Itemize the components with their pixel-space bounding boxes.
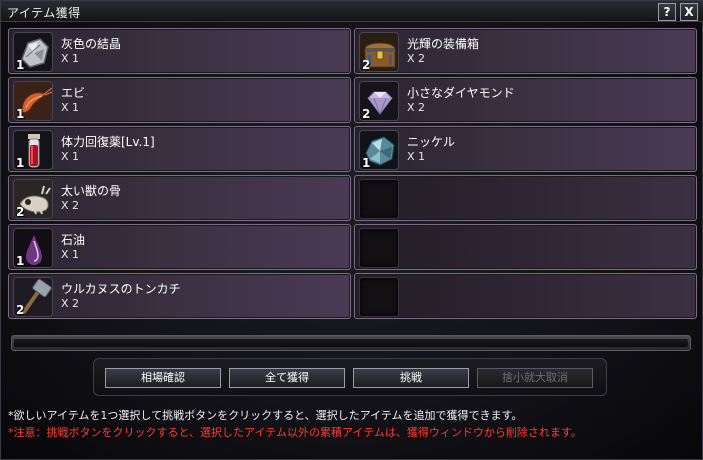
item-quantity: 1 [362,156,371,170]
health-potion-icon: 1 [13,130,53,170]
cancel-small-big-button[interactable]: 捨小就大取消 [477,368,593,388]
item-name: 光輝の装備箱 [407,37,480,51]
progress-bar-track [14,339,688,347]
empty-slot-frame [359,277,399,317]
item-count: X 1 [61,52,80,65]
item-name: ニッケル [407,135,456,149]
item-quantity: 2 [362,107,371,121]
beast-bone-icon: 2 [13,179,53,219]
item-quantity: 2 [16,205,25,219]
item-name: ウルカヌスのトンカチ [61,282,181,296]
item-slot-beast-bone[interactable]: 2 太い獣の骨 X 2 [8,175,351,221]
progress-bar [11,335,691,351]
empty-item-slot [354,273,697,319]
item-count: X 2 [407,101,426,114]
treasure-chest-icon: 2 [359,32,399,72]
shrimp-icon: 1 [13,81,53,121]
item-quantity: 2 [16,303,25,317]
item-quantity: 1 [16,107,25,121]
challenge-button[interactable]: 挑戦 [353,368,469,388]
item-slot-gray-crystal[interactable]: 1 灰色の結晶 X 1 [8,28,351,74]
window-title: アイテム獲得 [7,6,81,20]
item-count: X 1 [61,150,80,163]
hammer-icon: 2 [13,277,53,317]
item-slot-health-potion[interactable]: 1 体力回復薬[Lv.1] X 1 [8,126,351,172]
item-count: X 2 [61,199,80,212]
item-quantity: 2 [362,58,371,72]
item-name: 小さなダイヤモンド [407,86,515,100]
item-slot-oil[interactable]: 1 石油 X 1 [8,224,351,270]
diamond-icon: 2 [359,81,399,121]
item-name: エビ [61,86,86,100]
item-count: X 1 [407,150,426,163]
instruction-note: *欲しいアイテムを1つ選択して挑戦ボタンをクリックすると、選択したアイテムを追加… [8,409,523,422]
item-slot-nickel[interactable]: 1 ニッケル X 1 [354,126,697,172]
gray-crystal-icon: 1 [13,32,53,72]
action-button-panel: 相場確認 全て獲得 挑戦 捨小就大取消 [93,358,607,396]
warning-note: *注意：挑戦ボタンをクリックすると、選択したアイテム以外の累積アイテムは、獲得ウ… [8,426,582,439]
close-button[interactable]: X [680,3,698,21]
item-quantity: 1 [16,58,25,72]
empty-slot-frame [359,228,399,268]
empty-slot-frame [359,179,399,219]
take-all-button[interactable]: 全て獲得 [229,368,345,388]
item-quantity: 1 [16,156,25,170]
item-slot-radiant-equipment-box[interactable]: 2 光輝の装備箱 X 2 [354,28,697,74]
item-name: 太い獣の骨 [61,184,122,198]
oil-drop-icon: 1 [13,228,53,268]
item-count: X 2 [407,52,426,65]
item-count: X 1 [61,248,80,261]
item-slot-vulcan-hammer[interactable]: 2 ウルカヌスのトンカチ X 2 [8,273,351,319]
item-name: 灰色の結晶 [61,37,122,51]
help-button[interactable]: ? [658,3,676,21]
empty-item-slot [354,224,697,270]
nickel-ore-icon: 1 [359,130,399,170]
item-name: 体力回復薬[Lv.1] [61,135,155,149]
item-quantity: 1 [16,254,25,268]
market-check-button[interactable]: 相場確認 [105,368,221,388]
item-count: X 1 [61,101,80,114]
item-slot-shrimp[interactable]: 1 エビ X 1 [8,77,351,123]
title-bar[interactable]: アイテム獲得 ? X [1,1,703,22]
item-slot-small-diamond[interactable]: 2 小さなダイヤモンド X 2 [354,77,697,123]
empty-item-slot [354,175,697,221]
item-acquire-window: アイテム獲得 ? X 1 灰色の結晶 X 1 1 エビ X 1 1 体力回復薬[… [0,0,703,460]
item-name: 石油 [61,233,86,247]
item-count: X 2 [61,297,80,310]
